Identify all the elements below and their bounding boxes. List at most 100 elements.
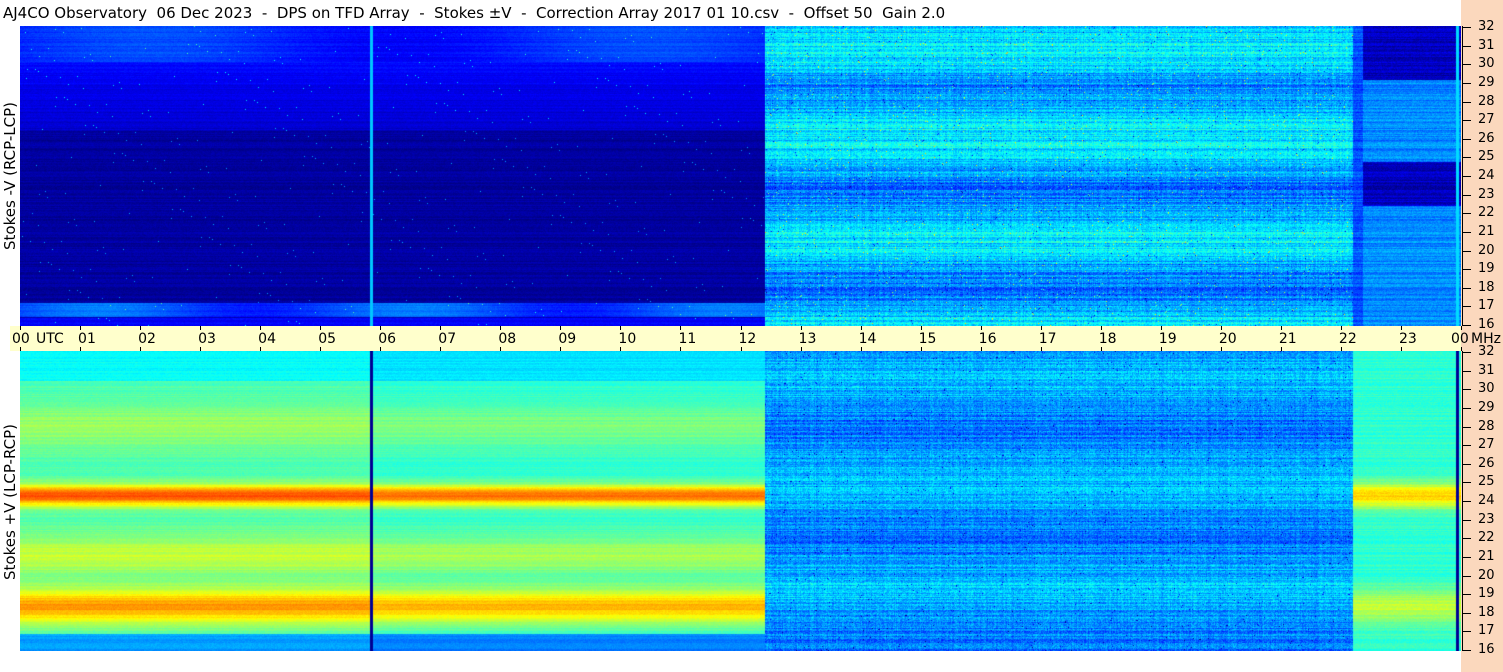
time-tick-mark <box>1040 326 1042 330</box>
time-tick-mark <box>140 347 142 351</box>
time-tick-mark <box>1400 326 1402 330</box>
time-tick-mark <box>320 326 322 330</box>
frequency-tick-label: 31 <box>1478 363 1495 378</box>
time-tick-label: 01 <box>78 331 96 347</box>
time-tick-label: 15 <box>918 331 937 347</box>
time-tick-label: 03 <box>198 331 216 347</box>
frequency-tick-mark <box>1463 408 1471 409</box>
time-tick-label: 18 <box>1098 331 1117 347</box>
frequency-tick-label: 23 <box>1478 187 1495 202</box>
frequency-tick-label: 23 <box>1478 512 1495 527</box>
time-tick-mark <box>1461 326 1462 330</box>
time-tick-mark <box>920 326 922 330</box>
frequency-tick-label: 18 <box>1478 605 1495 620</box>
time-tick-mark <box>800 347 802 351</box>
frequency-tick-label: 28 <box>1478 419 1495 434</box>
top-spectrogram-panel <box>20 26 1461 326</box>
frequency-tick-mark <box>1463 389 1471 390</box>
time-tick-mark <box>260 326 262 330</box>
time-tick-mark <box>1220 347 1222 351</box>
time-tick-mark <box>200 347 202 351</box>
bottom-spectrogram-image <box>20 351 1461 651</box>
frequency-tick-label: 31 <box>1478 38 1495 53</box>
time-tick-mark <box>1400 347 1402 351</box>
time-tick-label: 08 <box>498 331 517 347</box>
frequency-tick-mark <box>1463 83 1471 84</box>
frequency-tick-label: 21 <box>1478 224 1495 239</box>
frequency-tick-mark <box>1463 464 1471 465</box>
frequency-tick-label: 29 <box>1478 75 1495 90</box>
time-tick-label: 00 <box>1451 331 1469 347</box>
time-tick-label: 00 <box>12 331 30 347</box>
frequency-tick-mark <box>1463 232 1471 233</box>
time-tick-label: 04 <box>258 331 276 347</box>
frequency-tick-label: 29 <box>1478 400 1495 415</box>
time-tick-mark <box>860 347 862 351</box>
frequency-tick-mark <box>1463 27 1471 28</box>
time-tick-mark <box>1100 326 1102 330</box>
time-tick-mark <box>380 347 382 351</box>
time-tick-mark <box>620 326 622 330</box>
frequency-tick-label: 18 <box>1478 280 1495 295</box>
frequency-tick-mark <box>1463 176 1471 177</box>
frequency-tick-mark <box>1463 576 1471 577</box>
time-tick-mark <box>740 347 742 351</box>
frequency-tick-label: 28 <box>1478 94 1495 109</box>
frequency-tick-mark <box>1463 120 1471 121</box>
time-tick-mark <box>320 347 322 351</box>
time-tick-mark <box>380 326 382 330</box>
frequency-tick-mark <box>1463 501 1471 502</box>
frequency-tick-mark <box>1463 269 1471 270</box>
time-tick-mark <box>1340 347 1342 351</box>
bottom-panel-ylabel: Stokes +V (LCP-RCP) <box>1 424 19 580</box>
frequency-tick-mark <box>1463 306 1471 307</box>
frequency-tick-mark <box>1463 325 1471 326</box>
frequency-tick-label: 16 <box>1478 317 1495 332</box>
time-tick-label: 17 <box>1038 331 1057 347</box>
frequency-tick-label: 20 <box>1478 243 1495 258</box>
frequency-tick-label: 19 <box>1478 586 1495 601</box>
frequency-tick-label: 17 <box>1478 623 1495 638</box>
top-spectrogram-image <box>20 26 1461 326</box>
frequency-tick-label: 21 <box>1478 549 1495 564</box>
frequency-tick-mark <box>1463 157 1471 158</box>
frequency-tick-mark <box>1463 538 1471 539</box>
time-tick-mark <box>1280 326 1282 330</box>
time-tick-mark <box>1040 347 1042 351</box>
frequency-tick-label: 30 <box>1478 56 1495 71</box>
time-tick-mark <box>620 347 622 351</box>
time-tick-label: 19 <box>1158 331 1177 347</box>
time-tick-mark <box>860 326 862 330</box>
time-tick-label: 12 <box>738 331 757 347</box>
frequency-tick-mark <box>1463 482 1471 483</box>
time-tick-mark <box>980 347 982 351</box>
time-tick-label: 13 <box>798 331 817 347</box>
frequency-tick-mark <box>1463 557 1471 558</box>
time-tick-mark <box>800 326 802 330</box>
time-tick-mark <box>20 347 21 351</box>
time-tick-mark <box>1160 347 1162 351</box>
frequency-tick-mark <box>1463 195 1471 196</box>
time-tick-mark <box>200 326 202 330</box>
frequency-tick-mark <box>1463 46 1471 47</box>
frequency-tick-mark <box>1463 102 1471 103</box>
frequency-tick-label: 20 <box>1478 568 1495 583</box>
time-tick-mark <box>140 326 142 330</box>
frequency-tick-label: 17 <box>1478 298 1495 313</box>
frequency-tick-mark <box>1463 213 1471 214</box>
time-tick-mark <box>80 326 82 330</box>
time-tick-label: 09 <box>558 331 577 347</box>
time-tick-mark <box>560 347 562 351</box>
time-tick-mark <box>1340 326 1342 330</box>
time-tick-mark <box>500 347 502 351</box>
frequency-tick-label: 22 <box>1478 530 1495 545</box>
time-tick-mark <box>1280 347 1282 351</box>
frequency-tick-label: 19 <box>1478 261 1495 276</box>
frequency-tick-label: 27 <box>1478 112 1495 127</box>
utc-label: UTC <box>36 331 64 347</box>
time-tick-mark <box>920 347 922 351</box>
frequency-tick-mark <box>1463 251 1471 252</box>
frequency-tick-label: 25 <box>1478 474 1495 489</box>
frequency-tick-mark <box>1463 352 1471 353</box>
time-tick-label: 21 <box>1278 331 1297 347</box>
